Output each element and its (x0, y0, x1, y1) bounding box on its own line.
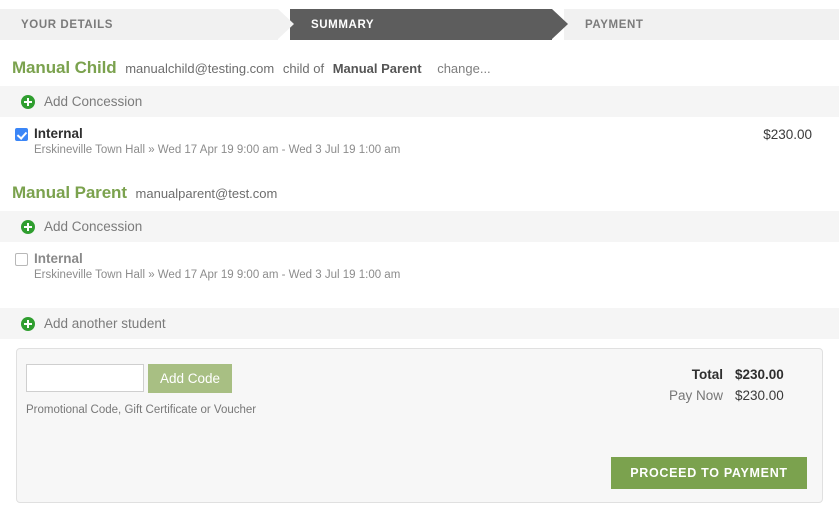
checkout-step-bar: YOUR DETAILS SUMMARY PAYMENT (0, 9, 839, 40)
order-summary-panel: Add Code Promotional Code, Gift Certific… (16, 348, 823, 503)
total-row: Total $230.00 (639, 364, 805, 385)
totals-block: Total $230.00 Pay Now $230.00 (639, 364, 805, 406)
student-relation-text: child of (282, 61, 325, 76)
course-title-parent: Internal (34, 251, 83, 266)
plus-circle-icon (21, 316, 35, 331)
course-row-child: Internal Erskineville Town Hall » Wed 17… (0, 126, 839, 160)
add-concession-child-label: Add Concession (44, 94, 143, 109)
step-your-details[interactable]: YOUR DETAILS (0, 9, 294, 40)
change-student-link[interactable]: change... (437, 61, 491, 76)
step-summary[interactable]: SUMMARY (290, 9, 568, 40)
student-name-child: Manual Child (12, 58, 117, 77)
step-your-details-label: YOUR DETAILS (21, 18, 113, 31)
pay-now-row: Pay Now $230.00 (639, 385, 805, 406)
pay-now-value: $230.00 (735, 388, 784, 403)
course-checkbox-child[interactable] (15, 128, 28, 141)
course-row-parent: Internal Erskineville Town Hall » Wed 17… (0, 251, 839, 285)
pay-now-label: Pay Now (668, 388, 723, 403)
proceed-to-payment-button[interactable]: PROCEED TO PAYMENT (611, 457, 807, 489)
checkout-summary-page: YOUR DETAILS SUMMARY PAYMENT Manual Chil… (0, 0, 839, 516)
student-header-child: Manual Child manualchild@testing.com chi… (12, 58, 496, 78)
plus-circle-icon (21, 94, 35, 109)
student-header-parent: Manual Parent manualparent@test.com (12, 183, 282, 203)
course-price-child: $230.00 (763, 127, 812, 142)
course-details-child: Erskineville Town Hall » Wed 17 Apr 19 9… (34, 144, 401, 156)
student-name-parent: Manual Parent (12, 183, 127, 202)
student-parent-name: Manual Parent (332, 61, 422, 76)
course-details-parent: Erskineville Town Hall » Wed 17 Apr 19 9… (34, 269, 401, 281)
step-payment-label: PAYMENT (585, 18, 644, 31)
total-value: $230.00 (735, 367, 784, 382)
add-another-student-label: Add another student (44, 316, 166, 331)
course-checkbox-parent[interactable] (15, 253, 28, 266)
student-email-child: manualchild@testing.com (125, 61, 275, 76)
student-email-parent: manualparent@test.com (135, 186, 278, 201)
add-concession-parent-row[interactable]: Add Concession (0, 211, 839, 242)
add-concession-parent-label: Add Concession (44, 219, 143, 234)
promo-code-hint: Promotional Code, Gift Certificate or Vo… (26, 404, 257, 416)
total-label: Total (691, 367, 723, 382)
add-code-button[interactable]: Add Code (148, 364, 232, 393)
promo-code-input[interactable] (26, 364, 144, 392)
step-payment[interactable]: PAYMENT (564, 9, 839, 40)
step-summary-label: SUMMARY (311, 18, 375, 31)
add-another-student-row[interactable]: Add another student (0, 308, 839, 339)
course-title-child: Internal (34, 126, 83, 141)
add-concession-child-row[interactable]: Add Concession (0, 86, 839, 117)
plus-circle-icon (21, 219, 35, 234)
